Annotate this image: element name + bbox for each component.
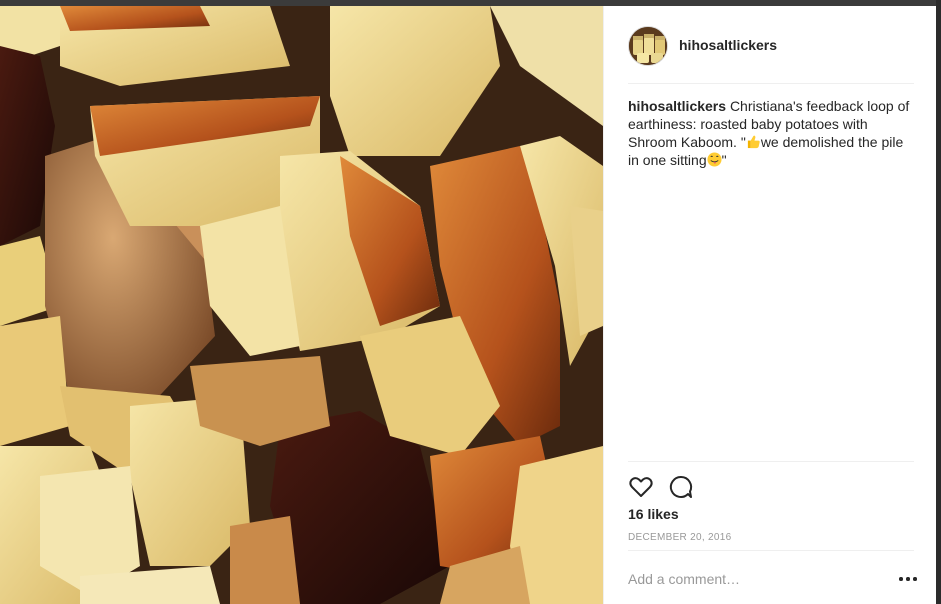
- ellipsis-icon-dot: [899, 577, 903, 581]
- ellipsis-icon-dot: [906, 577, 910, 581]
- heart-outline-icon: [629, 477, 653, 497]
- post-caption: hihosaltlickers Christiana's feedback lo…: [628, 97, 918, 169]
- like-button[interactable]: [628, 474, 654, 500]
- post-header: hihosaltlickers: [604, 6, 937, 84]
- likes-count[interactable]: 16 likes: [628, 506, 679, 522]
- post-details-panel: hihosaltlickers hihosaltlickers Christia…: [603, 6, 936, 604]
- post-photo[interactable]: [0, 6, 603, 604]
- add-comment-input[interactable]: [628, 568, 878, 590]
- speech-bubble-icon: [669, 475, 693, 498]
- jars-avatar-icon: [629, 27, 667, 65]
- window-backdrop-right: [936, 0, 941, 604]
- avatar[interactable]: [628, 26, 668, 66]
- caption-text-end: ": [721, 152, 727, 168]
- more-options-button[interactable]: [897, 568, 919, 590]
- post-date[interactable]: DECEMBER 20, 2016: [628, 532, 731, 543]
- username-link[interactable]: hihosaltlickers: [679, 37, 777, 53]
- divider: [628, 461, 914, 462]
- tongue-out-face-emoji-icon: [707, 152, 722, 167]
- ellipsis-icon-dot: [913, 577, 917, 581]
- roasted-potatoes-image: [0, 6, 603, 604]
- divider: [628, 550, 914, 551]
- caption-username-link[interactable]: hihosaltlickers: [628, 98, 726, 114]
- post-actions: [628, 474, 748, 500]
- divider: [628, 83, 914, 84]
- thumbs-up-emoji-icon: [747, 135, 760, 149]
- comment-button[interactable]: [668, 474, 694, 500]
